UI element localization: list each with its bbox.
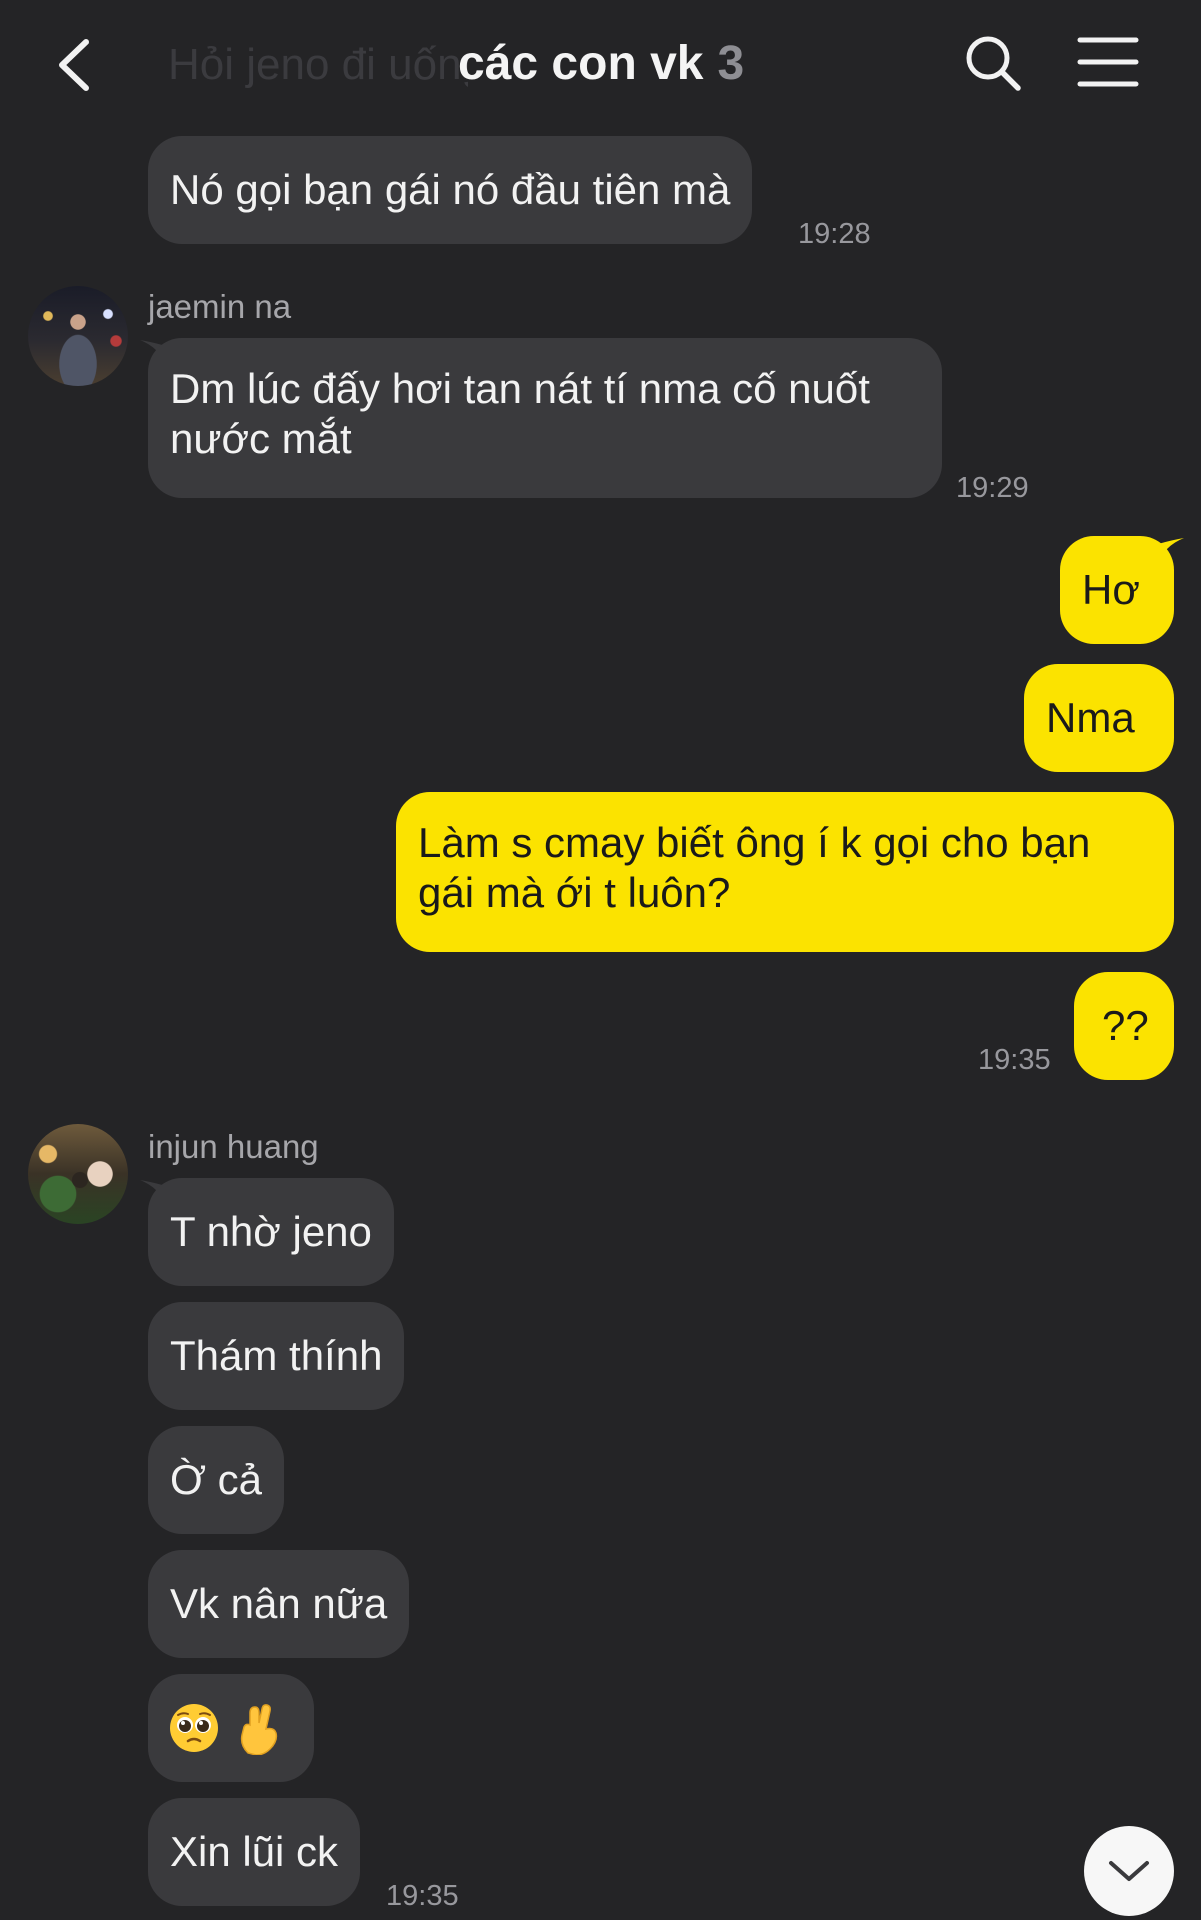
hamburger-menu-icon — [1077, 37, 1139, 87]
chevron-left-icon — [59, 39, 89, 91]
avatar-injun[interactable] — [28, 1124, 128, 1224]
message-text: Nó gọi bạn gái nó đầu tiên mà — [170, 166, 731, 213]
pleading-face-emoji — [170, 1703, 218, 1752]
chat-title-group[interactable]: các con vk 3 — [458, 36, 744, 96]
message-timestamp: 19:35 — [386, 1880, 459, 1912]
message-text: T nhờ jeno — [170, 1208, 372, 1255]
message-bubble[interactable]: Dm lúc đấy hơi tan nát tí nma cố nuốt nư… — [148, 338, 942, 498]
back-button[interactable] — [48, 32, 108, 98]
message-timestamp: 19:35 — [978, 1044, 1051, 1076]
message-bubble[interactable]: Thám thính — [148, 1302, 405, 1410]
message-text: Thám thính — [170, 1332, 383, 1379]
crossed-fingers-emoji — [240, 1704, 277, 1755]
message-text: Vk nân nữa — [170, 1580, 388, 1627]
message-bubble[interactable]: Làm s cmay biết ông í k gọi cho bạn gái … — [396, 792, 1174, 952]
message-bubble[interactable]: ?? — [1074, 972, 1174, 1080]
avatar-jaemin[interactable] — [28, 286, 128, 386]
message-timestamp: 19:28 — [798, 218, 871, 250]
message-text: Dm lúc đấy hơi tan nát tí nma cố nuốt nư… — [170, 365, 870, 462]
sender-name: injun huang — [148, 1128, 319, 1165]
previous-message-preview: Hỏi jeno đi uống — [168, 40, 468, 89]
sender-name: jaemin na — [148, 288, 292, 325]
message-bubble[interactable] — [148, 1674, 314, 1782]
search-icon — [966, 36, 1021, 91]
message-bubble[interactable]: Ờ cả — [148, 1426, 285, 1534]
chevron-down-icon — [1109, 1861, 1149, 1881]
message-bubble[interactable]: T nhờ jeno — [148, 1178, 394, 1286]
message-text: ?? — [1102, 1002, 1149, 1049]
message-text: Ờ cả — [170, 1456, 263, 1503]
message-bubble[interactable]: Nma — [1024, 664, 1174, 772]
chat-header: Hỏi jeno đi uống các con vk 3 — [0, 0, 1201, 130]
chat-screen: Hỏi jeno đi uống các con vk 3 Nó gọi bạn… — [0, 0, 1201, 1920]
member-count: 3 — [717, 37, 745, 90]
message-bubble[interactable]: Hơ — [1060, 536, 1174, 644]
search-button[interactable] — [962, 32, 1024, 94]
message-timestamp: 19:29 — [956, 472, 1029, 504]
message-bubble[interactable]: Vk nân nữa — [148, 1550, 410, 1658]
menu-button[interactable] — [1076, 34, 1140, 90]
chat-title: các con vk — [458, 37, 704, 90]
message-bubble[interactable]: Nó gọi bạn gái nó đầu tiên mà — [148, 136, 753, 244]
message-bubble[interactable]: Xin lũi ck — [148, 1798, 361, 1906]
message-text: Nma — [1046, 694, 1135, 741]
scroll-to-bottom-button[interactable] — [1084, 1826, 1174, 1916]
message-text: Làm s cmay biết ông í k gọi cho bạn gái … — [418, 819, 1091, 916]
message-text: Hơ — [1082, 566, 1140, 613]
message-text: Xin lũi ck — [170, 1828, 339, 1875]
